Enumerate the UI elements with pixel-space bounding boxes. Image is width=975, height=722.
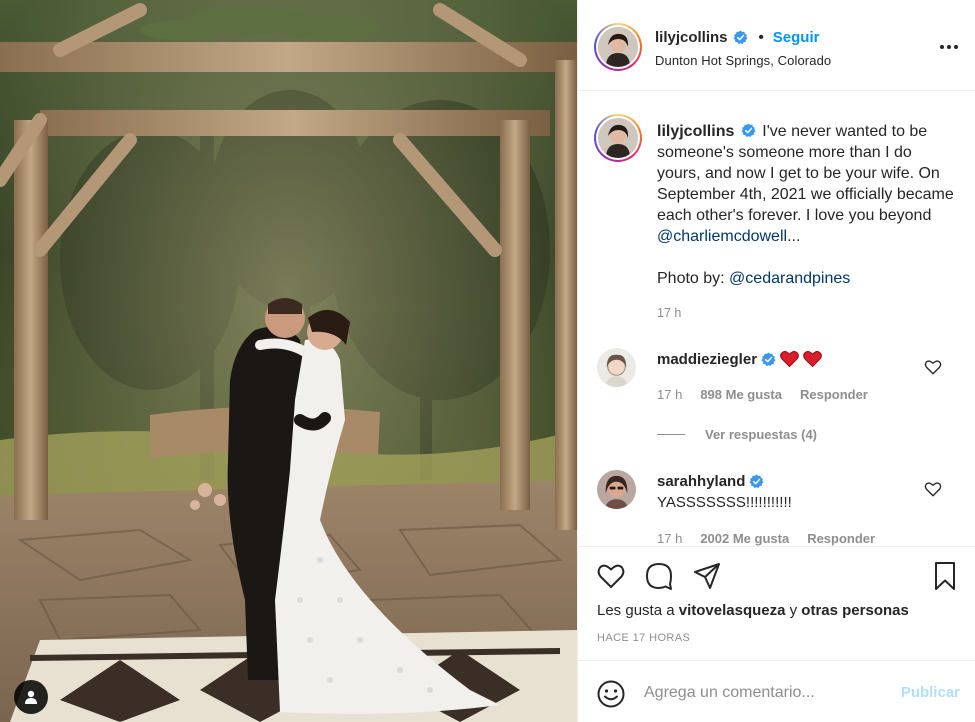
comment-2-meta: 17 h 2002 Me gusta Responder [657,531,875,546]
commenter-avatar-image [597,470,636,509]
author-avatar[interactable] [594,23,642,71]
comment-1-meta: 17 h 898 Me gusta Responder [657,387,868,402]
comment-time[interactable]: 17 h [657,387,682,402]
likes-conjunction: y [785,602,802,619]
like-comment-icon[interactable] [924,480,942,498]
verified-badge-icon [761,351,776,366]
commenter-avatar[interactable] [597,470,636,509]
more-options-icon[interactable] [938,36,960,58]
likes-prefix: Les gusta a [597,602,679,619]
comment-1-line: maddieziegler [657,350,822,368]
post-time[interactable]: HACE 17 HORAS [597,632,690,644]
reply-button[interactable]: Responder [800,387,868,402]
mention-link[interactable]: @charliemcdowell [657,228,787,245]
verified-badge-icon [741,123,756,138]
heart-icon[interactable] [596,561,626,591]
like-comment-icon[interactable] [924,358,942,376]
comment-input[interactable] [644,679,884,707]
reply-button[interactable]: Responder [807,531,875,546]
caption-username[interactable]: lilyjcollins [657,123,734,140]
publish-button[interactable]: Publicar [901,684,960,701]
user-tag-icon [25,690,37,704]
comment-username[interactable]: maddieziegler [657,351,757,368]
likes-summary: Les gusta a vitovelasqueza y otras perso… [597,602,909,619]
comments-list[interactable]: lilyjcollins I've never wanted to be som… [578,92,975,547]
post-actions: Les gusta a vitovelasqueza y otras perso… [578,546,975,722]
verified-badge-icon [733,30,748,45]
commenter-avatar-image [597,348,636,387]
bookmark-icon[interactable] [930,561,960,591]
wedding-photo-image [0,0,577,722]
comment-likes[interactable]: 898 Me gusta [700,387,782,402]
post-header: lilyjcollins • Seguir Dunton Hot Springs… [578,0,975,91]
caption-time[interactable]: 17 h [657,306,681,320]
verified-badge-icon [749,474,764,489]
smiley-icon[interactable] [596,679,626,709]
comment-icon[interactable] [644,561,674,591]
post-caption: lilyjcollins I've never wanted to be som… [657,121,957,289]
post-location[interactable]: Dunton Hot Springs, Colorado [655,53,831,68]
caption-avatar-image [598,118,638,158]
author-avatar-image [598,27,638,67]
photo-credit-label: Photo by: [657,270,730,287]
red-heart-emoji-icon [803,351,822,368]
post-photo[interactable] [0,0,577,722]
comment-likes[interactable]: 2002 Me gusta [700,531,789,546]
likes-others[interactable]: otras personas [801,602,909,619]
user-tag-button[interactable] [14,680,48,714]
post-side-panel: lilyjcollins • Seguir Dunton Hot Springs… [577,0,975,722]
header-separator: • [758,29,764,46]
paper-plane-icon[interactable] [692,561,722,591]
add-comment-bar: Publicar [578,660,975,722]
caption-ellipsis: ... [787,228,801,245]
commenter-avatar[interactable] [597,348,636,387]
comment-2-line: sarahhyland [657,473,764,490]
view-replies-button[interactable]: Ver respuestas (4) [657,427,817,442]
comment-2-text: YASSSSSSS!!!!!!!!!!! [657,494,792,511]
caption-author-avatar[interactable] [594,114,642,162]
comment-time[interactable]: 17 h [657,531,682,546]
view-replies-label: Ver respuestas (4) [705,427,818,442]
author-username[interactable]: lilyjcollins [655,29,728,46]
replies-divider [657,434,685,435]
comment-username[interactable]: sarahhyland [657,473,745,490]
likes-user[interactable]: vitovelasqueza [679,602,786,619]
follow-button[interactable]: Seguir [773,29,820,46]
photo-credit-mention[interactable]: @cedarandpines [729,270,850,287]
red-heart-emoji-icon [780,351,799,368]
